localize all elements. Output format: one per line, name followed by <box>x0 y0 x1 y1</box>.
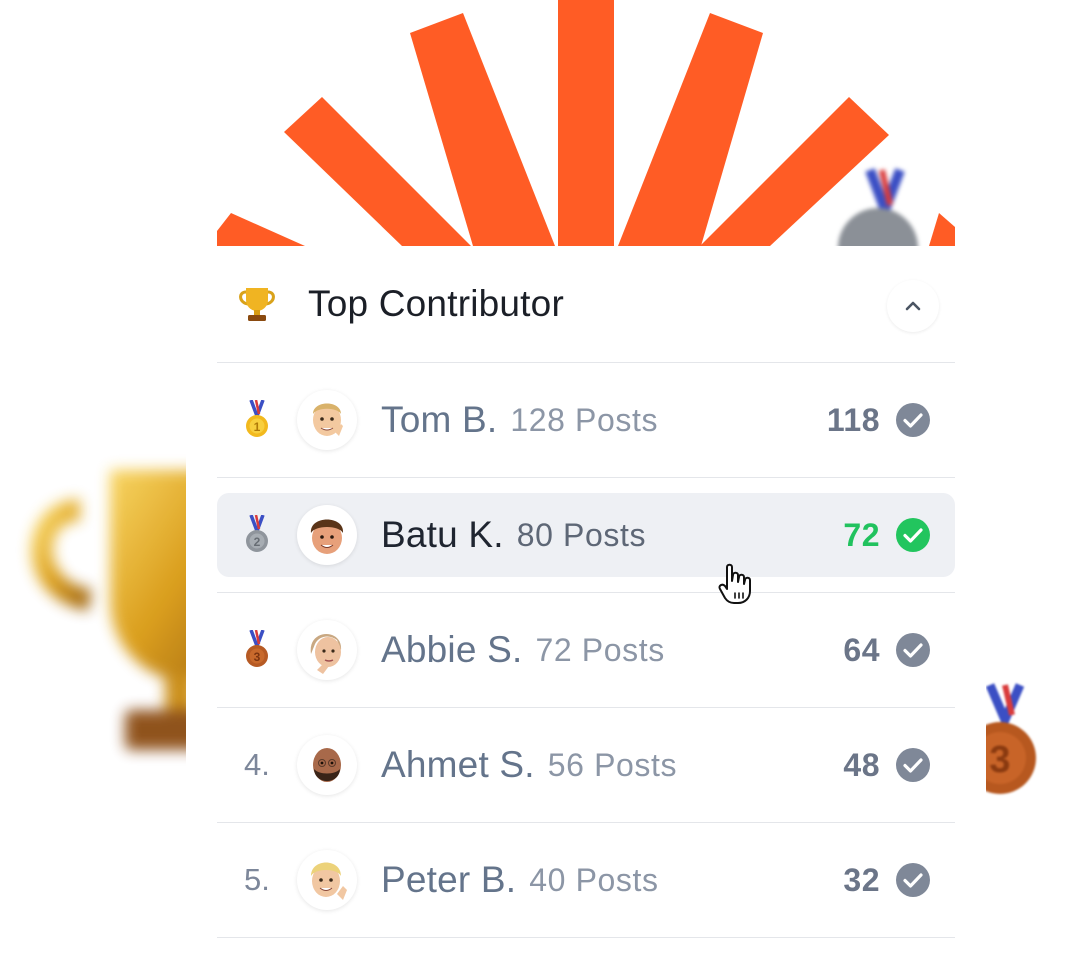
avatar <box>297 850 357 910</box>
leaderboard: Top Contributor 1 Tom B. 128 Posts 118 2… <box>217 246 955 938</box>
contributor-name: Peter B. <box>381 859 517 900</box>
rank-badge: 2 <box>217 515 297 555</box>
rank-number: 5. <box>244 862 270 897</box>
contributor-name: Abbie S. <box>381 629 523 670</box>
table-row[interactable]: 5. Peter B. 40 Posts 32 <box>217 823 955 938</box>
post-count: 40 Posts <box>529 861 659 898</box>
post-count: 56 Posts <box>547 746 678 783</box>
sunburst-decoration <box>217 0 955 246</box>
table-row[interactable]: 3 Abbie S. 72 Posts 64 <box>217 593 955 708</box>
medal-number: 2 <box>254 535 261 549</box>
post-count: 80 Posts <box>516 516 647 553</box>
medal-number: 3 <box>254 650 261 664</box>
memoji-avatar-icon <box>313 748 341 782</box>
collapse-button[interactable] <box>887 280 939 332</box>
memoji-avatar-icon <box>311 862 347 900</box>
table-row-highlighted[interactable]: 2 Batu K. 80 Posts 72 <box>217 478 955 593</box>
verified-check-icon <box>896 633 930 667</box>
card-header: Top Contributor <box>217 246 955 363</box>
table-row[interactable]: 4. Ahmet S. 56 Posts 48 <box>217 708 955 823</box>
memoji-avatar-icon <box>313 403 343 436</box>
contributor-name: Batu K. <box>381 514 504 555</box>
trophy-icon <box>239 288 275 321</box>
verified-check-icon <box>896 518 930 552</box>
avatar <box>297 735 357 795</box>
contributor-name: Ahmet S. <box>381 744 535 785</box>
bronze-medal-icon: 3 <box>246 630 268 667</box>
rank-number: 4. <box>244 747 270 782</box>
score: 118 <box>826 401 880 438</box>
score: 48 <box>843 746 880 783</box>
verified-check-icon <box>896 403 930 437</box>
score: 72 <box>843 516 880 553</box>
gold-medal-icon: 1 <box>246 400 268 437</box>
avatar <box>297 620 357 680</box>
chevron-up-icon <box>905 301 921 311</box>
contributor-name: Tom B. <box>381 399 498 440</box>
post-count: 72 Posts <box>535 631 665 668</box>
silver-medal-icon: 2 <box>246 515 268 552</box>
table-row[interactable]: 1 Tom B. 128 Posts 118 <box>217 363 955 478</box>
post-count: 128 Posts <box>510 401 659 438</box>
verified-check-icon <box>896 863 930 897</box>
memoji-avatar-icon <box>310 633 342 674</box>
avatar <box>297 390 357 450</box>
score: 32 <box>843 861 880 898</box>
score: 64 <box>843 631 880 668</box>
top-contributor-card: Top Contributor 1 Tom B. 128 Posts 118 2… <box>186 246 986 966</box>
memoji-avatar-icon <box>310 519 344 554</box>
card-title: Top Contributor <box>308 283 564 324</box>
verified-check-icon <box>896 748 930 782</box>
medal-number: 1 <box>254 420 261 434</box>
hand-cursor-icon <box>718 563 751 604</box>
avatar <box>297 505 357 565</box>
rank-badge: 3 <box>217 630 297 670</box>
rank-badge: 1 <box>217 400 297 440</box>
svg-text:3: 3 <box>989 739 1010 781</box>
